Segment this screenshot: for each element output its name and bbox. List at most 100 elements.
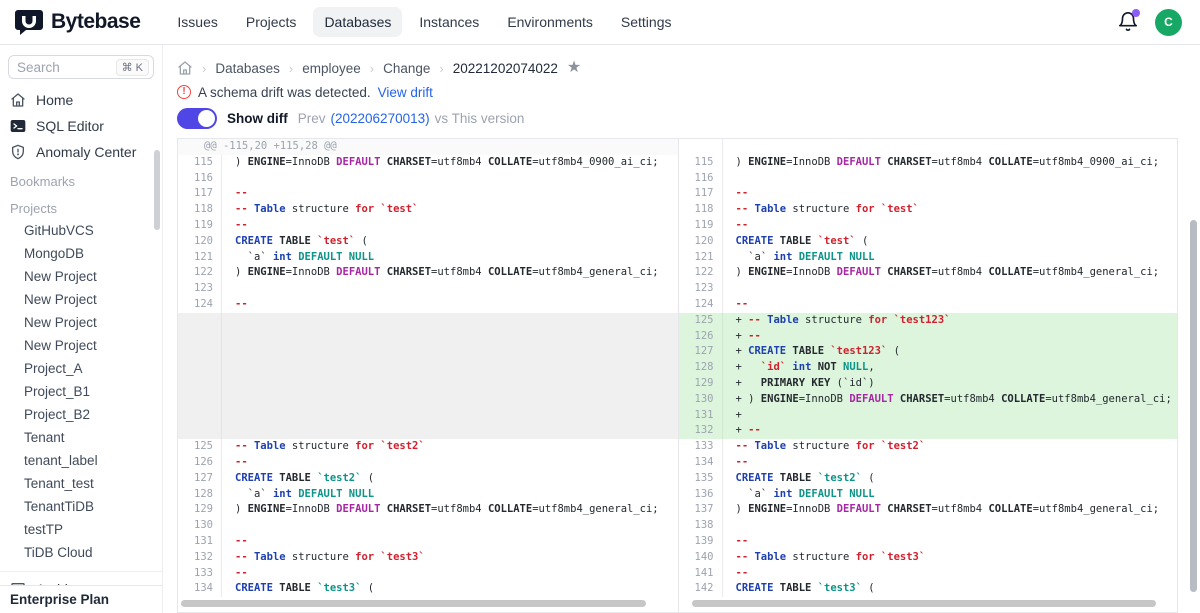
line-number: 138 [679,518,723,534]
sidebar-project-item[interactable]: TenantTiDB [0,495,162,518]
vs-this-version-label: vs This version [435,111,525,126]
favorite-star-icon[interactable]: ★ [567,60,581,76]
line-number: 130 [178,518,222,534]
alert-icon: ! [177,85,191,99]
diff-code-row: 133-- [178,566,678,582]
top-nav-item-instances[interactable]: Instances [408,7,490,37]
top-nav-item-issues[interactable]: Issues [166,7,228,37]
diff-code-row: 124-- [679,297,1178,313]
page-vertical-scrollbar[interactable] [1190,220,1197,592]
code-line: -- [222,534,248,550]
line-number: 133 [679,439,723,455]
prev-version-link[interactable]: (202206270013) [331,111,430,126]
top-nav-item-settings[interactable]: Settings [610,7,683,37]
diff-code-row: 136 `a` int DEFAULT NULL [679,487,1178,503]
breadcrumb-item[interactable]: Change [383,61,430,76]
breadcrumb-item[interactable]: employee [302,61,361,76]
view-drift-link[interactable]: View drift [378,85,433,100]
sidebar-project-item[interactable]: testTP [0,518,162,541]
code-line [222,518,235,534]
sidebar-project-item[interactable]: Project_B1 [0,380,162,403]
top-nav-items: IssuesProjectsDatabasesInstancesEnvironm… [166,7,682,37]
line-number: 115 [679,155,723,171]
notifications-bell-button[interactable] [1117,11,1139,33]
top-nav-item-projects[interactable]: Projects [235,7,308,37]
sidebar-project-item[interactable]: GitHubVCS [0,219,162,242]
line-number: 126 [679,329,723,345]
sidebar-project-item[interactable]: Tenant [0,426,162,449]
line-number: 129 [679,376,723,392]
code-line: `a` int DEFAULT NULL [222,487,374,503]
diff-code-row: 125-- Table structure for `test2` [178,439,678,455]
diff-code-row: 124-- [178,297,678,313]
line-number: 120 [679,234,723,250]
plan-badge[interactable]: Enterprise Plan [0,585,162,613]
diff-added-row: 126+ -- [679,329,1178,345]
code-line [222,329,235,345]
avatar[interactable]: C [1155,9,1182,36]
line-number: 131 [178,534,222,550]
code-line: + -- [723,423,761,439]
sidebar-project-item[interactable]: New Project [0,288,162,311]
breadcrumb-item[interactable]: 20221202074022 [453,61,558,76]
sidebar-project-item[interactable]: TiDB Cloud [0,541,162,564]
sidebar-project-item[interactable]: Tenant_test [0,472,162,495]
sidebar-item-anomaly-center[interactable]: Anomaly Center [0,139,162,165]
diff-code-row: 120CREATE TABLE `test` ( [178,234,678,250]
diff-code-row: 116 [178,171,678,187]
sidebar-project-item[interactable]: Project_B2 [0,403,162,426]
sidebar-item-home[interactable]: Home [0,87,162,113]
line-number: 128 [679,360,723,376]
sidebar-project-item[interactable]: New Project [0,311,162,334]
code-line: CREATE TABLE `test` ( [723,234,869,250]
line-number [178,376,222,392]
sidebar-item-sql-editor[interactable]: SQL Editor [0,113,162,139]
code-line [723,139,736,155]
project-list: GitHubVCSMongoDBNew ProjectNew ProjectNe… [0,219,162,564]
shield-icon [10,144,26,160]
home-icon[interactable] [177,60,193,76]
diff-code-row: 118-- Table structure for `test` [679,202,1178,218]
code-line: + PRIMARY KEY (`id`) [723,376,875,392]
search-input[interactable]: Search ⌘ K [8,55,154,79]
diff-placeholder-row [178,408,678,424]
code-line: + -- Table structure for `test123` [723,313,951,329]
line-number: 129 [178,502,222,518]
diff-code-row: 128 `a` int DEFAULT NULL [178,487,678,503]
diff-code-row: 116 [679,171,1178,187]
line-number: 117 [679,186,723,202]
sidebar-project-item[interactable]: New Project [0,334,162,357]
line-number: 140 [679,550,723,566]
sidebar-project-item[interactable]: tenant_label [0,449,162,472]
sidebar-project-item[interactable]: New Project [0,265,162,288]
code-line [222,313,235,329]
code-line: ) ENGINE=InnoDB DEFAULT CHARSET=utf8mb4 … [222,155,659,171]
show-diff-toggle[interactable] [177,108,217,129]
code-line: -- [222,186,248,202]
diff-placeholder-row [178,344,678,360]
left-pane-horizontal-scrollbar[interactable] [181,600,646,607]
line-number: 122 [178,265,222,281]
diff-hunk-header: @@ -115,20 +115,28 @@ [178,139,678,155]
diff-placeholder-row [178,376,678,392]
top-nav-item-databases[interactable]: Databases [313,7,402,37]
code-line: -- [723,534,749,550]
right-pane-horizontal-scrollbar[interactable] [692,600,1157,607]
sidebar-scrollbar[interactable] [154,150,160,230]
code-line: CREATE TABLE `test2` ( [723,471,875,487]
code-line: `a` int DEFAULT NULL [222,250,374,266]
line-number [178,408,222,424]
breadcrumb-item[interactable]: Databases [215,61,280,76]
line-number: 136 [679,487,723,503]
line-number: 123 [679,281,723,297]
bytebase-logo[interactable]: Bytebase [14,7,140,37]
code-line: -- Table structure for `test3` [222,550,425,566]
code-line: + [723,408,742,424]
top-nav-item-environments[interactable]: Environments [496,7,604,37]
line-number: 122 [679,265,723,281]
sidebar-project-item[interactable]: MongoDB [0,242,162,265]
sidebar-section-bookmarks: Bookmarks [0,165,162,192]
sidebar-project-item[interactable]: Project_A [0,357,162,380]
diff-added-row: 131+ [679,408,1178,424]
schema-drift-alert: ! A schema drift was detected. View drif… [177,84,1180,100]
